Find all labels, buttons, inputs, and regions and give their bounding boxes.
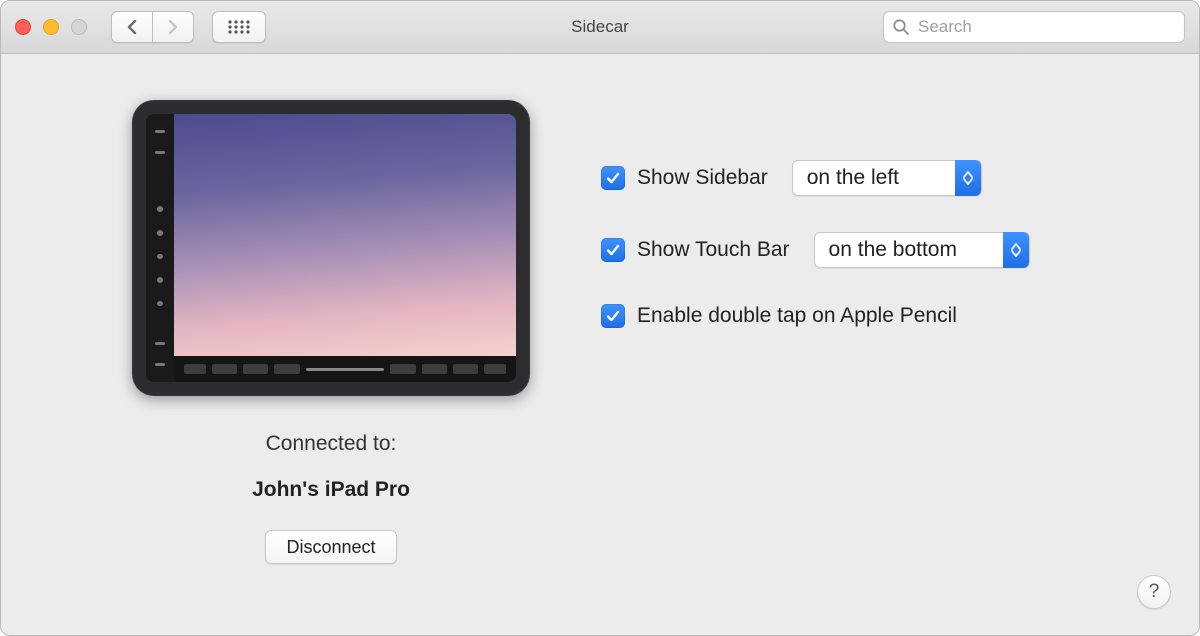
show-all-button[interactable]	[212, 11, 266, 43]
titlebar: Sidecar	[1, 1, 1199, 54]
zoom-window-button[interactable]	[71, 19, 87, 35]
show-touchbar-row: Show Touch Bar on the bottom	[601, 232, 1139, 268]
forward-button[interactable]	[152, 11, 194, 43]
search-icon	[892, 18, 910, 36]
traffic-lights	[15, 19, 87, 35]
help-button[interactable]: ?	[1137, 575, 1171, 609]
content-area: Connected to: John's iPad Pro Disconnect…	[1, 54, 1199, 635]
window-title: Sidecar	[571, 17, 629, 37]
show-touchbar-popup[interactable]: on the bottom	[814, 232, 1030, 268]
show-touchbar-value: on the bottom	[829, 238, 957, 262]
chevron-right-icon	[167, 19, 179, 35]
device-column: Connected to: John's iPad Pro Disconnect	[131, 100, 531, 635]
popup-steppers-icon	[1003, 232, 1029, 268]
preferences-window: Sidecar	[0, 0, 1200, 636]
show-touchbar-checkbox[interactable]	[601, 238, 625, 262]
show-sidebar-label: Show Sidebar	[637, 166, 768, 190]
help-icon: ?	[1149, 581, 1160, 603]
search-field[interactable]	[883, 11, 1185, 43]
minimize-window-button[interactable]	[43, 19, 59, 35]
ipad-sidebar-preview	[146, 114, 174, 382]
search-input[interactable]	[916, 16, 1176, 38]
options-column: Show Sidebar on the left Show Touch Bar …	[531, 100, 1139, 635]
check-icon	[605, 242, 621, 258]
ipad-screen-preview	[174, 114, 516, 382]
check-icon	[605, 170, 621, 186]
chevron-left-icon	[126, 19, 138, 35]
double-tap-row: Enable double tap on Apple Pencil	[601, 304, 1139, 328]
show-sidebar-checkbox[interactable]	[601, 166, 625, 190]
double-tap-checkbox[interactable]	[601, 304, 625, 328]
ipad-touchbar-preview	[174, 356, 516, 382]
nav-segment	[111, 11, 194, 43]
double-tap-label: Enable double tap on Apple Pencil	[637, 304, 957, 328]
close-window-button[interactable]	[15, 19, 31, 35]
disconnect-button[interactable]: Disconnect	[265, 530, 396, 564]
popup-steppers-icon	[955, 160, 981, 196]
device-name: John's iPad Pro	[252, 478, 410, 502]
ipad-wallpaper-preview	[174, 114, 516, 356]
connected-to-label: Connected to:	[266, 432, 397, 456]
show-touchbar-label: Show Touch Bar	[637, 238, 790, 262]
check-icon	[605, 308, 621, 324]
ipad-preview	[132, 100, 530, 396]
show-sidebar-value: on the left	[807, 166, 899, 190]
grid-icon	[228, 20, 250, 34]
show-sidebar-row: Show Sidebar on the left	[601, 160, 1139, 196]
back-button[interactable]	[111, 11, 152, 43]
show-sidebar-popup[interactable]: on the left	[792, 160, 982, 196]
